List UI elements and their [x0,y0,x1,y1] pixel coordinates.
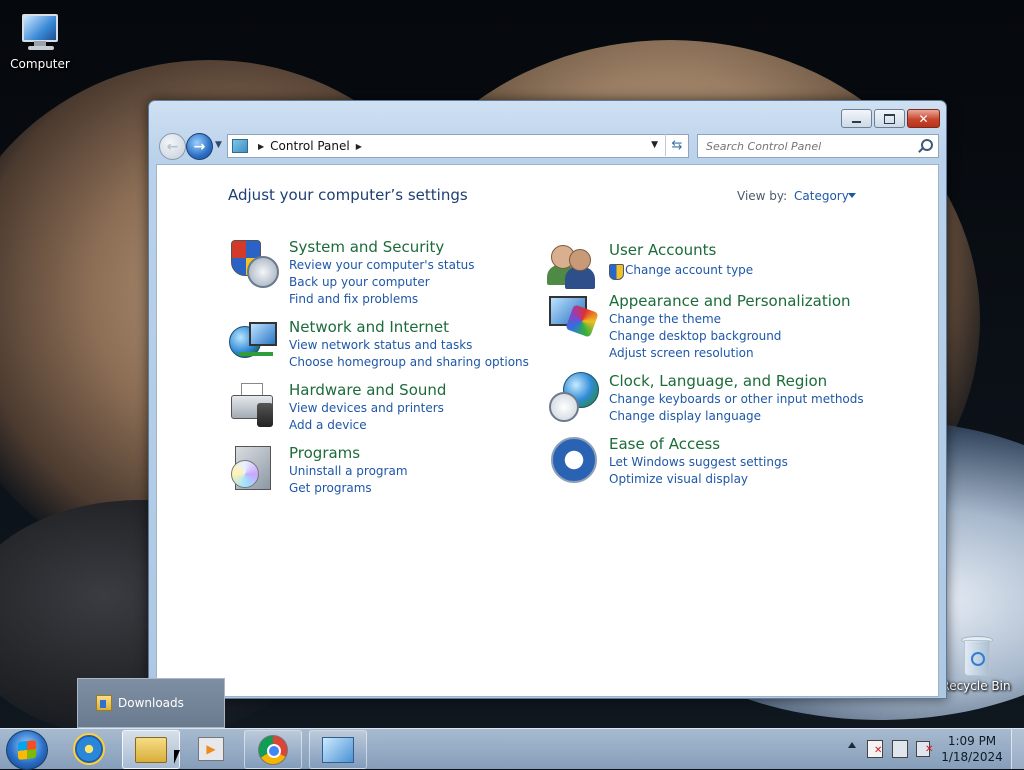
system-security-icon[interactable] [229,238,279,288]
taskbar-jumplist-popup: Downloads [77,678,225,728]
search-box[interactable] [697,134,939,158]
folder-icon [135,736,167,763]
refresh-icon: ⇆ [671,137,683,153]
navigation-bar: ← → ▼ ▶ Control Panel ▶ ▼ ⇆ [157,133,939,160]
link-uninstall[interactable]: Uninstall a program [289,464,408,478]
show-desktop-button[interactable] [1011,729,1024,769]
recycle-bin-icon [958,632,994,676]
uac-shield-icon [609,264,624,280]
mouse-cursor [174,750,180,764]
window-controls: ✕ [841,109,940,128]
control-panel-icon [322,736,354,763]
search-icon[interactable] [921,139,933,151]
jumplist-item-downloads[interactable]: Downloads [96,695,184,711]
address-bar[interactable]: ▶ Control Panel ▶ ▼ [227,134,689,158]
taskbar-media-player[interactable]: ▶ [183,730,239,767]
category-title[interactable]: Clock, Language, and Region [609,372,827,390]
taskbar-internet-explorer[interactable] [61,730,117,767]
minimize-icon [852,120,861,123]
volume-muted-icon[interactable] [916,741,933,757]
desktop-icon-label: Computer [10,57,70,71]
category-title[interactable]: Ease of Access [609,435,720,453]
forward-arrow-icon: → [193,138,206,155]
taskbar: ▶ 1:09 PM 1/18/2024 [0,728,1024,770]
category-title[interactable]: Network and Internet [289,318,449,336]
link-desktop-background[interactable]: Change desktop background [609,329,781,343]
close-button[interactable]: ✕ [907,109,940,128]
category-title[interactable]: User Accounts [609,241,716,259]
chrome-icon [258,734,288,765]
taskbar-chrome[interactable] [244,730,302,769]
link-add-device[interactable]: Add a device [289,418,367,432]
link-change-theme[interactable]: Change the theme [609,312,721,326]
link-network-status[interactable]: View network status and tasks [289,338,472,352]
link-back-up[interactable]: Back up your computer [289,275,430,289]
view-by-label: View by: [737,189,788,203]
link-screen-resolution[interactable]: Adjust screen resolution [609,346,754,360]
maximize-button[interactable] [874,109,905,128]
control-panel-window[interactable]: ✕ ← → ▼ ▶ Control Panel ▶ ▼ ⇆ Adjust you… [148,100,947,699]
maximize-icon [884,113,895,124]
close-icon: ✕ [918,111,929,126]
link-suggest-settings[interactable]: Let Windows suggest settings [609,455,788,469]
desktop-icon-recycle-bin[interactable]: Recycle Bin [936,632,1016,693]
category-title[interactable]: Programs [289,444,360,462]
breadcrumb-chevron-icon[interactable]: ▶ [258,142,264,151]
category-title[interactable]: Hardware and Sound [289,381,446,399]
clock-globe-icon[interactable] [549,372,599,422]
link-change-account-type[interactable]: Change account type [625,263,753,277]
clock-date: 1/18/2024 [941,750,1003,764]
link-homegroup[interactable]: Choose homegroup and sharing options [289,355,529,369]
back-button[interactable]: ← [159,133,186,160]
link-get-programs[interactable]: Get programs [289,481,372,495]
link-review-status[interactable]: Review your computer's status [289,258,475,272]
search-input[interactable] [704,138,913,154]
media-player-icon: ▶ [198,736,224,761]
taskbar-control-panel[interactable] [309,730,367,769]
jumplist-item-label: Downloads [118,696,184,710]
link-devices-printers[interactable]: View devices and printers [289,401,444,415]
clock-time: 1:09 PM [947,734,997,748]
clock[interactable]: 1:09 PM 1/18/2024 [936,733,1008,765]
ease-of-access-icon[interactable] [549,435,597,483]
back-arrow-icon: ← [166,138,179,155]
minimize-button[interactable] [841,109,872,128]
category-title[interactable]: System and Security [289,238,444,256]
network-icon[interactable] [229,318,277,366]
link-display-language[interactable]: Change display language [609,409,761,423]
page-title: Adjust your computer’s settings [228,186,468,204]
programs-icon[interactable] [229,444,277,492]
category-title[interactable]: Appearance and Personalization [609,292,851,310]
network-tray-icon[interactable] [892,740,908,758]
show-hidden-icons-button[interactable] [848,742,856,748]
control-panel-small-icon [232,139,248,153]
taskbar-windows-explorer[interactable] [122,730,180,769]
view-by-dropdown[interactable]: Category [794,189,849,203]
windows-logo-icon [18,740,36,760]
chevron-down-icon[interactable] [848,193,856,198]
computer-icon [18,10,62,54]
link-optimize-display[interactable]: Optimize visual display [609,472,748,486]
desktop-icon-label: Recycle Bin [941,679,1011,693]
breadcrumb-control-panel[interactable]: Control Panel [270,139,350,153]
start-button[interactable] [6,730,48,770]
control-panel-content: Adjust your computer’s settings View by:… [156,164,939,697]
printer-icon[interactable] [229,381,277,429]
internet-explorer-icon [73,732,105,765]
user-accounts-icon[interactable] [547,241,597,289]
desktop-icon-computer[interactable]: Computer [0,10,80,71]
appearance-icon[interactable] [549,292,599,340]
recent-pages-dropdown[interactable]: ▼ [215,140,222,150]
address-history-dropdown[interactable]: ▼ [651,140,658,150]
link-find-fix[interactable]: Find and fix problems [289,292,418,306]
forward-button[interactable]: → [186,133,213,160]
link-keyboards[interactable]: Change keyboards or other input methods [609,392,864,406]
breadcrumb-chevron-icon[interactable]: ▶ [356,142,362,151]
refresh-button[interactable]: ⇆ [665,134,688,156]
downloads-folder-icon [96,695,112,711]
action-center-flag-icon[interactable] [867,740,883,758]
